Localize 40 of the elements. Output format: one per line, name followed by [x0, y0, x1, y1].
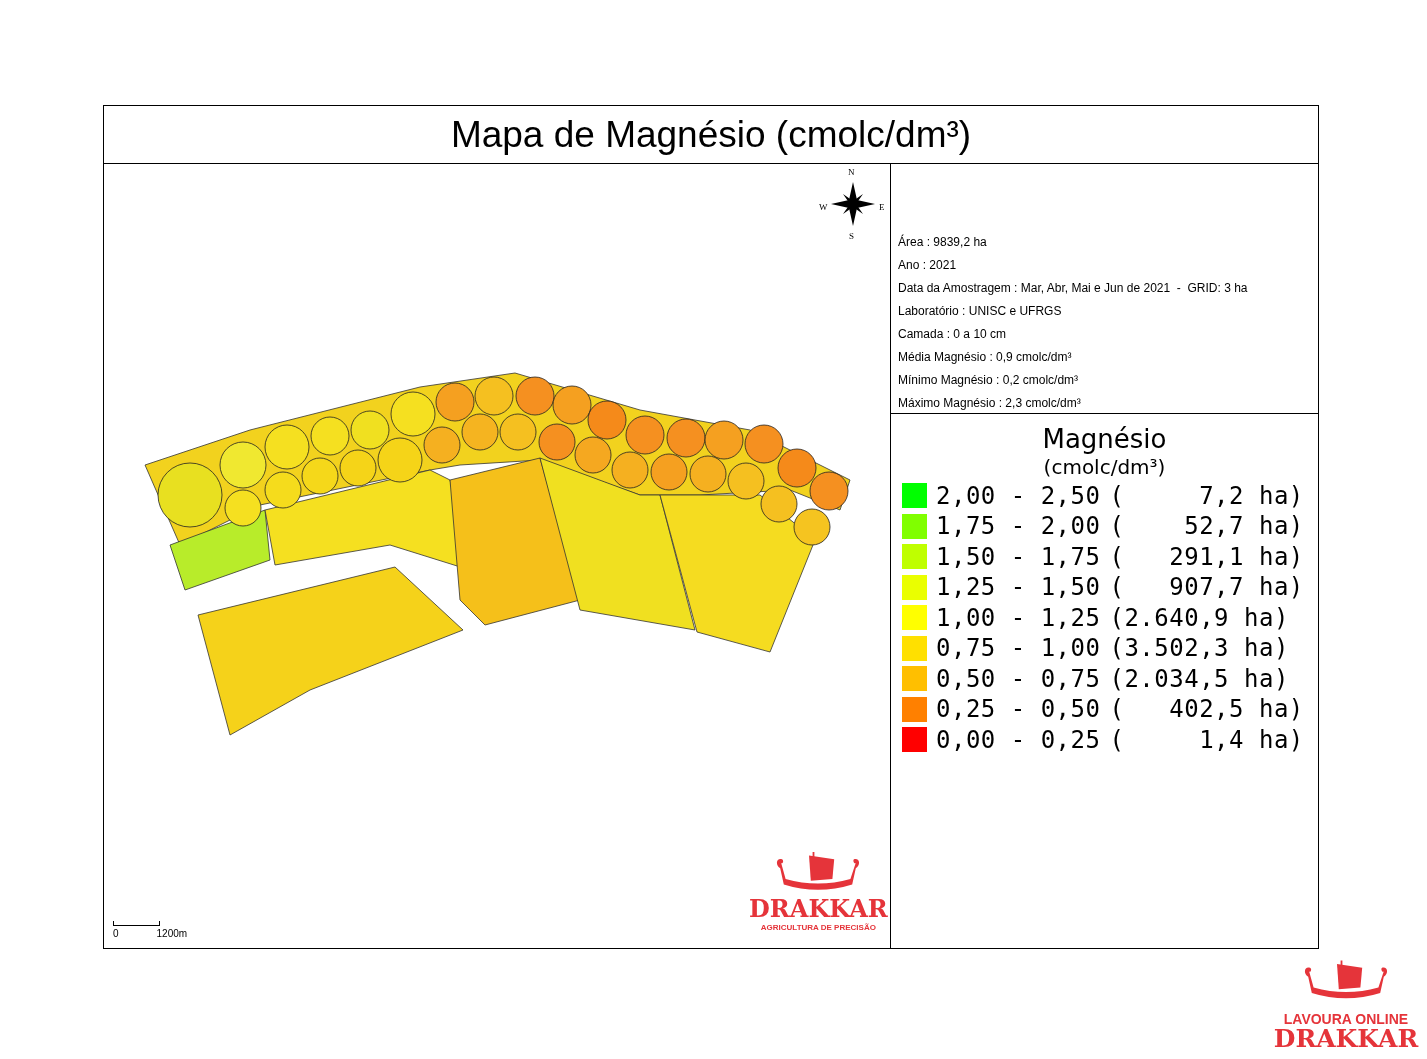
- legend-area: ( 7,2 ha): [1109, 483, 1304, 508]
- legend-range: 0,50 - 0,75: [936, 666, 1101, 691]
- legend-title: Magnésio: [1042, 424, 1167, 454]
- legend-range: 0,25 - 0,50: [936, 697, 1101, 721]
- info-line: Data da Amostragem : Mar, Abr, Mai e Jun de 2021 - GRID: 3 ha: [898, 280, 1249, 296]
- legend-range: 1,75 - 2,00: [936, 514, 1101, 538]
- legend-range: 1,25 - 1,50: [936, 575, 1101, 599]
- info-line: Ano : 2021: [898, 257, 958, 273]
- compass-west-label: W: [819, 201, 828, 214]
- scale-start-label: 0: [113, 929, 119, 939]
- legend-unit: (cmolc/dm³): [1043, 454, 1166, 480]
- logo-name: DRAKKAR: [749, 897, 888, 921]
- brand-name: DRAKKAR: [1273, 1026, 1419, 1051]
- legend-area: ( 52,7 ha): [1109, 514, 1304, 538]
- compass-north-label: N: [848, 166, 855, 179]
- info-line: Mínimo Magnésio : 0,2 cmolc/dm³: [898, 372, 1080, 388]
- compass-east-label: E: [879, 201, 885, 214]
- legend-area: (2.640,9 ha): [1109, 605, 1289, 630]
- legend-area: ( 291,1 ha): [1109, 544, 1304, 569]
- scale-end-label: 1200m: [156, 929, 188, 939]
- legend-area: ( 907,7 ha): [1109, 575, 1304, 599]
- legend-area: (2.034,5 ha): [1109, 666, 1289, 691]
- info-line: Área : 9839,2 ha: [898, 234, 988, 250]
- map-title: Mapa de Magnésio (cmolc/dm³): [450, 112, 972, 157]
- compass-south-label: S: [849, 230, 854, 243]
- scale-bar-icon: [113, 921, 160, 926]
- legend-area: ( 1,4 ha): [1109, 727, 1304, 752]
- info-line: Máximo Magnésio : 2,3 cmolc/dm³: [898, 395, 1082, 411]
- legend-area: (3.502,3 ha): [1109, 636, 1289, 660]
- info-line: Laboratório : UNISC e UFRGS: [898, 303, 1063, 319]
- brand-line: LAVOURA ONLINE: [1283, 1012, 1409, 1026]
- legend-range: 0,75 - 1,00: [936, 636, 1101, 660]
- legend-range: 1,00 - 1,25: [936, 605, 1101, 630]
- legend-area: ( 402,5 ha): [1109, 697, 1304, 721]
- info-line: Média Magnésio : 0,9 cmolc/dm³: [898, 349, 1073, 365]
- legend-range: 0,00 - 0,25: [936, 727, 1101, 752]
- legend-range: 2,00 - 2,50: [936, 483, 1101, 508]
- logo-tagline: AGRICULTURA DE PRECISÃO: [760, 924, 876, 932]
- info-line: Camada : 0 a 10 cm: [898, 326, 1008, 342]
- legend-range: 1,50 - 1,75: [936, 544, 1101, 569]
